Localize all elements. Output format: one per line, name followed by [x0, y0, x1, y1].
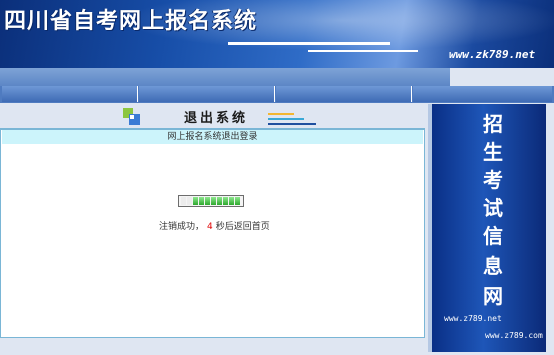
banner-line — [308, 50, 418, 52]
panel-title: 网上报名系统退出登录 — [167, 132, 258, 142]
site-url: www.zk789.net — [449, 48, 536, 61]
message-suffix: 秒后返回首页 — [215, 222, 270, 232]
message-prefix: 注销成功， — [159, 222, 205, 232]
progress-segment — [229, 197, 234, 205]
progress-segment — [187, 197, 192, 205]
logout-panel — [0, 128, 425, 338]
nav-item-4[interactable] — [413, 86, 552, 102]
title-decoration — [268, 113, 294, 115]
progress-segment — [199, 197, 204, 205]
progress-segment — [235, 197, 240, 205]
banner-char: 息 — [483, 254, 503, 278]
banner-char: 网 — [483, 284, 503, 308]
section-title: 退出系统 — [184, 111, 249, 126]
title-decoration — [268, 123, 316, 125]
puzzle-icon — [123, 108, 140, 125]
progress-segment — [217, 197, 222, 205]
banner-line — [228, 42, 390, 45]
progress-segment — [223, 197, 228, 205]
nav-top-gap — [450, 68, 554, 86]
countdown-number: 4 — [207, 222, 213, 232]
nav-item-3[interactable] — [276, 86, 412, 102]
title-decoration — [268, 118, 304, 120]
progress-segment — [211, 197, 216, 205]
banner-char: 招 — [483, 112, 503, 136]
nav-item-1[interactable] — [2, 86, 138, 102]
progress-segment — [181, 197, 186, 205]
nav-item-2[interactable] — [139, 86, 275, 102]
progress-segment — [193, 197, 198, 205]
banner-url: www.z789.com — [485, 331, 543, 340]
banner-char: 考 — [483, 168, 503, 192]
logout-message: 注销成功， 4 秒后返回首页 — [159, 219, 270, 232]
banner-char: 试 — [483, 196, 503, 220]
banner-char: 生 — [483, 140, 503, 164]
progress-bar — [178, 195, 244, 207]
progress-segment — [205, 197, 210, 205]
banner-url: www.z789.net — [444, 314, 502, 323]
app-title: 四川省自考网上报名系统 — [4, 9, 258, 34]
banner-char: 信 — [483, 224, 503, 248]
